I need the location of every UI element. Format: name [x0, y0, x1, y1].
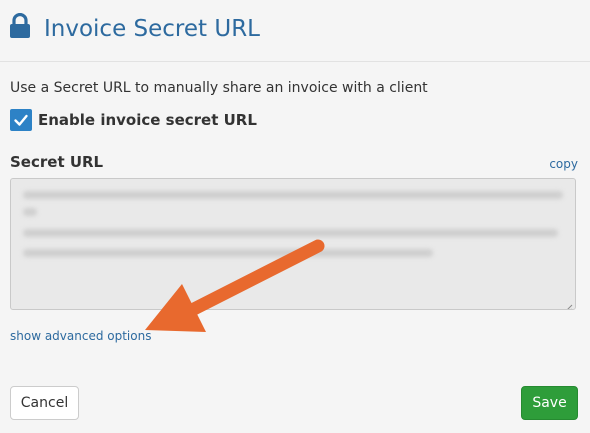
blurred-url-text: [23, 249, 433, 257]
lock-icon: [9, 12, 31, 39]
blurred-url-text: [23, 191, 563, 199]
enable-secret-url-label[interactable]: Enable invoice secret URL: [38, 110, 257, 130]
blurred-url-text: [23, 229, 558, 237]
checkmark-icon: [14, 114, 28, 126]
secret-url-label: Secret URL: [10, 153, 104, 171]
dialog-title: Invoice Secret URL: [44, 16, 260, 42]
save-button[interactable]: Save: [521, 386, 578, 420]
secret-url-textarea[interactable]: [10, 178, 576, 310]
cancel-button[interactable]: Cancel: [10, 386, 79, 420]
blurred-url-text: [23, 208, 37, 216]
enable-secret-url-checkbox[interactable]: [10, 109, 32, 131]
dialog-header: Invoice Secret URL: [0, 0, 590, 62]
show-advanced-options-link[interactable]: show advanced options: [10, 328, 151, 344]
resize-handle-icon[interactable]: [564, 298, 573, 309]
copy-link[interactable]: copy: [549, 156, 578, 172]
description-text: Use a Secret URL to manually share an in…: [10, 80, 428, 96]
invoice-secret-url-dialog: Invoice Secret URL Use a Secret URL to m…: [0, 0, 590, 433]
